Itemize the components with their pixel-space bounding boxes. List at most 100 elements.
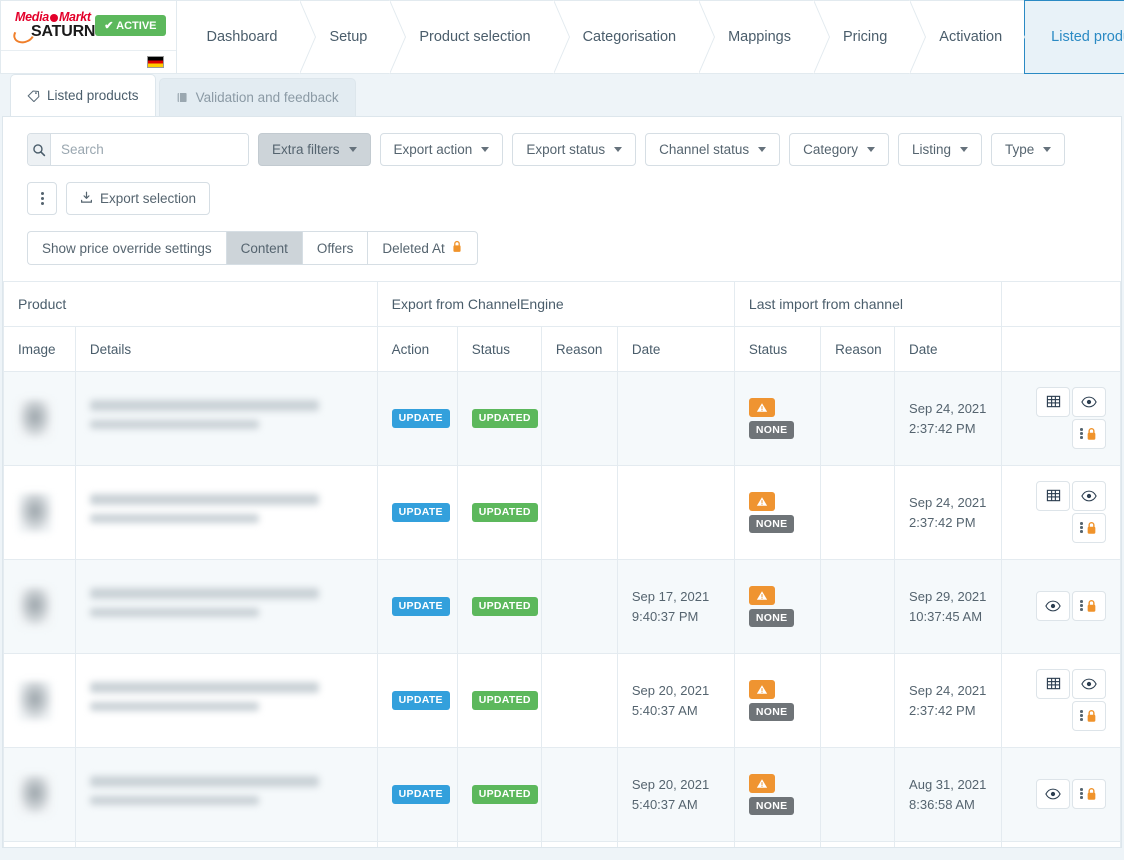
nav-tab-dashboard[interactable]: Dashboard xyxy=(176,0,317,74)
table-group-header-row: Product Export from ChannelEngine Last i… xyxy=(3,281,1121,327)
seg-offers[interactable]: Offers xyxy=(301,231,368,265)
cell-product-image[interactable] xyxy=(3,747,76,842)
button-label: Channel status xyxy=(659,142,750,157)
grid-icon[interactable] xyxy=(1036,480,1070,511)
vertical-dots-icon xyxy=(1080,710,1083,721)
export-status-button[interactable]: Export status xyxy=(512,133,637,166)
col-export-date[interactable]: Date xyxy=(616,326,735,372)
seg-label: Deleted At xyxy=(382,240,445,256)
nav-tab-product-selection[interactable]: Product selection xyxy=(389,0,570,74)
button-label: Listing xyxy=(911,142,951,157)
cell-import-status: NONE xyxy=(733,653,822,748)
button-label: Export action xyxy=(393,142,473,157)
subtab-listed-products[interactable]: Listed products xyxy=(10,74,156,116)
listing-button[interactable]: Listing xyxy=(897,133,982,166)
dots-lock-icon[interactable] xyxy=(1072,590,1106,621)
nav-tab-listed-products[interactable]: Listed products xyxy=(1024,0,1124,74)
col-import-status[interactable]: Status xyxy=(733,326,822,372)
cell-product-details[interactable] xyxy=(74,465,378,560)
cell-product-details[interactable] xyxy=(74,653,378,748)
cell-import-status: NONE xyxy=(733,559,822,654)
seg-show-price-override-settings[interactable]: Show price override settings xyxy=(27,231,226,265)
products-table: Product Export from ChannelEngine Last i… xyxy=(3,281,1121,847)
dots-lock-icon[interactable] xyxy=(1072,778,1106,809)
import-status-badge: NONE xyxy=(748,702,795,722)
cell-export-date: Sep 17, 2021 9:40:37 PM xyxy=(616,559,735,654)
table-row[interactable]: UPDATEUPDATEDSep 20, 20215:40:37 AMNONEA… xyxy=(3,747,1121,842)
cell-product-details[interactable] xyxy=(74,371,378,466)
cell-export-status: UPDATED xyxy=(456,371,542,466)
seg-label: Show price override settings xyxy=(42,240,212,256)
nav-tab-label: Dashboard xyxy=(206,29,278,45)
warning-icon xyxy=(748,585,775,605)
cell-product-image[interactable] xyxy=(3,653,76,748)
table-row[interactable]: UPDATE UPDATED Sep 17, 2021 9:40:37 PM NONE S… xyxy=(3,559,1121,654)
cell-export-reason xyxy=(540,559,618,654)
eye-icon[interactable] xyxy=(1036,778,1070,809)
nav-tab-mappings[interactable]: Mappings xyxy=(698,0,830,74)
cell-product-image[interactable] xyxy=(3,465,76,560)
col-export-status[interactable]: Status xyxy=(456,326,542,372)
eye-icon[interactable] xyxy=(1036,590,1070,621)
grid-icon[interactable] xyxy=(1036,386,1070,417)
product-meta-redacted xyxy=(89,419,259,429)
subtab-validation-and-feedback[interactable]: Validation and feedback xyxy=(158,78,356,116)
col-image[interactable]: Image xyxy=(3,326,76,372)
de-flag-icon[interactable] xyxy=(146,56,164,68)
eye-icon[interactable] xyxy=(1072,386,1106,417)
col-import-reason[interactable]: Reason xyxy=(820,326,896,372)
locale-row[interactable] xyxy=(1,51,176,73)
table-row[interactable]: UPDATEUPDATEDSep 20, 20215:40:37 AMNONEA… xyxy=(3,841,1121,847)
export-date-value: Sep 20, 2021 5:40:37 AM xyxy=(631,683,710,718)
warning-icon xyxy=(748,397,775,417)
product-meta-redacted xyxy=(89,607,259,617)
cell-export-action: UPDATE xyxy=(376,747,458,842)
eye-icon[interactable] xyxy=(1072,480,1106,511)
seg-deleted-at[interactable]: Deleted At xyxy=(367,231,478,265)
extra-filters-button[interactable]: Extra filters xyxy=(258,133,371,166)
cell-export-date: Sep 20, 20215:40:37 AM xyxy=(616,653,735,748)
channel-status-button[interactable]: Channel status xyxy=(645,133,781,166)
nav-tab-label: Product selection xyxy=(419,29,531,45)
cell-product-image[interactable] xyxy=(3,371,76,466)
cell-product-image[interactable] xyxy=(3,559,76,654)
col-details[interactable]: Details xyxy=(74,326,378,372)
table-row[interactable]: UPDATE UPDATED NONE Sep 24, 2021 2:37:42 PM xyxy=(3,371,1121,466)
export-status-badge: UPDATED xyxy=(471,597,538,616)
export-action-badge: UPDATE xyxy=(391,503,450,522)
table-row[interactable]: UPDATE UPDATED NONE Sep 24, 2021 2:37:42 PM xyxy=(3,465,1121,560)
cell-product-details[interactable] xyxy=(74,559,378,654)
import-status-badge: NONE xyxy=(748,420,795,440)
cell-import-status: NONE xyxy=(733,371,822,466)
search-input[interactable] xyxy=(51,134,248,165)
tab-notch xyxy=(1024,0,1041,74)
cell-product-details[interactable] xyxy=(74,841,378,847)
cell-product-details[interactable] xyxy=(74,747,378,842)
col-export-action[interactable]: Action xyxy=(376,326,458,372)
export-selection-button[interactable]: Export selection xyxy=(66,182,211,215)
logo-media-markt-text: Media Markt xyxy=(15,9,91,24)
import-date-value: Sep 24, 2021 2:37:42 PM xyxy=(909,401,987,436)
more-options-button[interactable] xyxy=(27,182,57,215)
search-group xyxy=(27,133,249,166)
dots-lock-icon[interactable] xyxy=(1072,418,1106,449)
cell-export-action: UPDATE xyxy=(376,559,458,654)
eye-icon[interactable] xyxy=(1072,668,1106,699)
cell-product-image[interactable] xyxy=(3,841,76,847)
product-thumbnail xyxy=(18,586,52,627)
grid-icon[interactable] xyxy=(1036,668,1070,699)
product-thumbnail xyxy=(18,774,52,815)
seg-content[interactable]: Content xyxy=(225,231,302,265)
nav-tab-categorisation[interactable]: Categorisation xyxy=(552,0,715,74)
type-button[interactable]: Type xyxy=(990,133,1066,166)
dots-lock-icon[interactable] xyxy=(1072,512,1106,543)
col-export-reason[interactable]: Reason xyxy=(540,326,618,372)
export-status-badge: UPDATED xyxy=(471,785,538,804)
dots-lock-icon[interactable] xyxy=(1072,700,1106,731)
export-action-button[interactable]: Export action xyxy=(379,133,504,166)
nav-tab-activation[interactable]: Activation xyxy=(909,0,1042,74)
table-row[interactable]: UPDATE UPDATED Sep 20, 2021 5:40:37 AM NONE S… xyxy=(3,653,1121,748)
search-icon[interactable] xyxy=(28,134,51,165)
col-import-date[interactable]: Date xyxy=(894,326,1002,372)
category-button[interactable]: Category xyxy=(789,133,889,166)
